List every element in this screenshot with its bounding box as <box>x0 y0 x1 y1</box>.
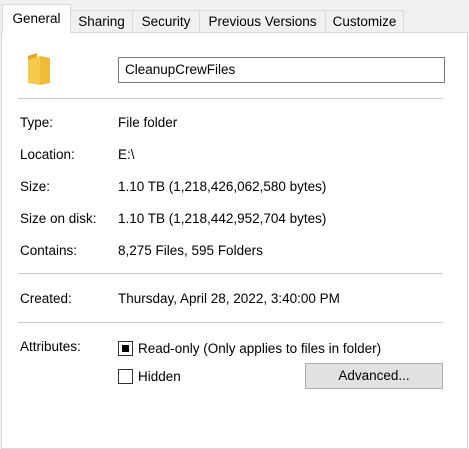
hidden-checkbox[interactable] <box>118 369 133 384</box>
tab-security[interactable]: Security <box>132 10 200 32</box>
size-on-disk-label: Size on disk: <box>20 211 97 226</box>
tab-sharing[interactable]: Sharing <box>70 10 133 32</box>
location-label: Location: <box>20 147 75 162</box>
contains-value: 8,275 Files, 595 Folders <box>118 243 263 258</box>
divider <box>18 98 443 99</box>
type-value: File folder <box>118 115 178 130</box>
divider <box>18 322 443 323</box>
size-value: 1.10 TB (1,218,426,062,580 bytes) <box>118 179 327 194</box>
tab-general[interactable]: General <box>2 4 71 33</box>
divider <box>18 273 443 274</box>
created-value: Thursday, April 28, 2022, 3:40:00 PM <box>118 291 340 306</box>
folder-name-input[interactable]: CleanupCrewFiles <box>118 57 445 83</box>
advanced-button[interactable]: Advanced... <box>305 363 443 389</box>
readonly-label[interactable]: Read-only (Only applies to files in fold… <box>138 341 381 357</box>
size-on-disk-value: 1.10 TB (1,218,442,952,704 bytes) <box>118 211 327 226</box>
attributes-label: Attributes: <box>20 339 81 354</box>
tab-previous-versions[interactable]: Previous Versions <box>199 10 326 32</box>
type-label: Type: <box>20 115 54 130</box>
size-label: Size: <box>20 179 51 194</box>
tab-strip: General Sharing Security Previous Versio… <box>0 0 469 33</box>
created-label: Created: <box>20 291 72 306</box>
contains-label: Contains: <box>20 243 78 258</box>
readonly-checkbox[interactable] <box>118 341 133 356</box>
location-value: E:\ <box>118 147 135 162</box>
tab-customize[interactable]: Customize <box>325 10 404 32</box>
folder-icon <box>28 53 50 85</box>
hidden-label[interactable]: Hidden <box>138 369 181 385</box>
